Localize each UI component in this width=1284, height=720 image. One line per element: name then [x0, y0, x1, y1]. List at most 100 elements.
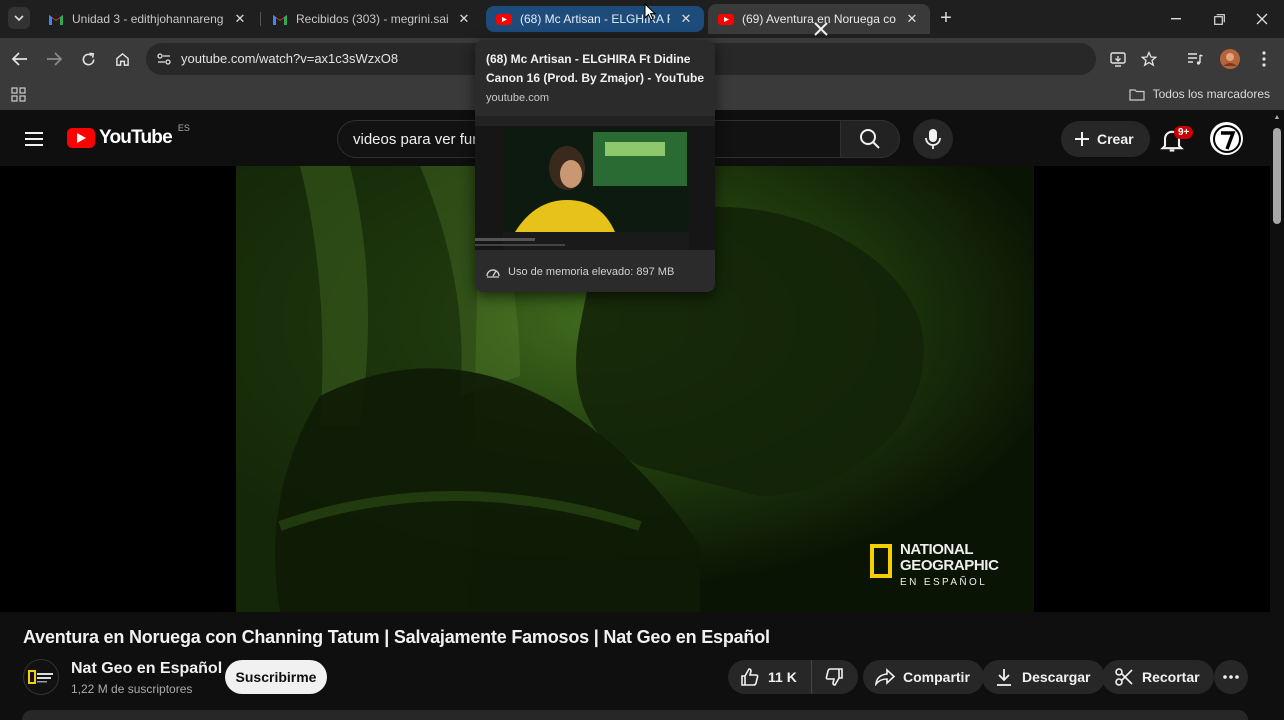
gmail-icon	[48, 11, 64, 27]
back-button[interactable]	[8, 47, 32, 71]
notification-badge: 9+	[1174, 126, 1194, 139]
voice-search-button[interactable]	[913, 119, 953, 159]
memory-usage: Uso de memoria elevado: 897 MB	[486, 266, 674, 278]
scroll-thumb[interactable]	[1273, 128, 1281, 224]
scroll-up-arrow-icon[interactable]: ▲	[1273, 114, 1281, 122]
create-button[interactable]: Crear	[1061, 121, 1150, 157]
youtube-icon	[718, 11, 734, 27]
browser-menu-button[interactable]	[1252, 47, 1276, 71]
more-horizontal-icon	[1223, 675, 1239, 679]
mouse-cursor-icon	[644, 3, 656, 21]
close-icon	[814, 22, 828, 36]
home-button[interactable]	[110, 47, 134, 71]
natgeo-logo-icon	[870, 544, 892, 578]
star-icon	[1141, 51, 1157, 67]
install-app-button[interactable]	[1106, 47, 1130, 71]
install-icon	[1110, 51, 1126, 67]
youtube-play-icon	[67, 128, 95, 148]
share-arrow-icon	[873, 665, 897, 689]
account-avatar[interactable]	[1210, 122, 1243, 155]
memory-usage-label: Uso de memoria elevado: 897 MB	[508, 266, 675, 278]
thumbs-down-icon	[822, 665, 846, 689]
close-window-button[interactable]	[1249, 6, 1275, 32]
close-icon[interactable]: ✕	[456, 11, 472, 27]
bookmark-star-button[interactable]	[1137, 47, 1161, 71]
tab-search-button[interactable]	[8, 7, 30, 29]
scissors-icon	[1112, 665, 1136, 689]
create-label: Crear	[1097, 131, 1134, 147]
dislike-button[interactable]	[812, 660, 858, 694]
tab-title: Recibidos (303) - megrini.saidi@	[296, 12, 448, 26]
close-icon[interactable]: ✕	[904, 11, 920, 27]
chevron-down-icon	[14, 15, 24, 21]
download-label: Descargar	[1022, 669, 1091, 685]
home-icon	[115, 52, 129, 66]
logo-text: YouTube	[99, 127, 173, 148]
channel-avatar[interactable]	[23, 659, 59, 695]
tab-title: Unidad 3 - edithjohannarengifo	[72, 12, 224, 26]
media-control-button[interactable]	[1183, 47, 1207, 71]
avatar-logo-icon	[1212, 124, 1241, 153]
playlist-icon	[1188, 53, 1203, 65]
natgeo-line1: NATIONAL	[900, 541, 974, 558]
close-icon[interactable]: ✕	[232, 11, 248, 27]
natgeo-line2: GEOGRAPHIC	[900, 557, 999, 574]
youtube-logo[interactable]: YouTube ES	[67, 123, 190, 149]
download-button[interactable]: Descargar	[982, 660, 1105, 694]
clear-search-button[interactable]	[808, 16, 834, 42]
browser-tab-bar: Unidad 3 - edithjohannarengifo ✕ Recibid…	[0, 0, 1284, 38]
clip-button[interactable]: Recortar	[1102, 660, 1214, 694]
like-button[interactable]: 11 K	[728, 660, 812, 694]
hovercard-thumbnail	[475, 116, 715, 250]
share-button[interactable]: Compartir	[863, 660, 984, 694]
more-actions-button[interactable]	[1214, 660, 1248, 694]
clip-label: Recortar	[1142, 669, 1200, 685]
tab-hover-card: (68) Mc Artisan - ELGHIRA Ft Didine Cano…	[475, 40, 715, 292]
search-icon	[860, 129, 880, 149]
site-settings-icon[interactable]	[156, 51, 172, 67]
video-title: Aventura en Noruega con Channing Tatum |…	[23, 627, 770, 647]
natgeo-line3: EN ESPAÑOL	[900, 577, 988, 588]
channel-subscribers: 1,22 M de suscriptores	[71, 682, 193, 696]
natgeo-channel-logo-icon	[28, 670, 53, 684]
search-query-text: videos para ver fur	[353, 131, 478, 148]
close-icon[interactable]: ✕	[678, 11, 694, 27]
apps-grid-icon[interactable]	[11, 87, 27, 103]
reload-button[interactable]	[76, 47, 100, 71]
hovercard-title: (68) Mc Artisan - ELGHIRA Ft Didine Cano…	[486, 52, 705, 85]
channel-name[interactable]: Nat Geo en Español	[71, 660, 222, 678]
like-dislike-group: 11 K	[728, 660, 858, 694]
memory-gauge-icon	[486, 269, 500, 278]
menu-icon[interactable]	[22, 127, 46, 151]
hovercard-domain: youtube.com	[486, 92, 549, 104]
all-bookmarks-button[interactable]: Todos los marcadores	[1129, 87, 1270, 101]
country-code: ES	[177, 123, 190, 133]
youtube-icon	[496, 11, 512, 27]
microphone-icon	[925, 129, 941, 149]
reload-icon	[82, 52, 94, 65]
arrow-left-icon	[12, 52, 27, 66]
share-label: Compartir	[903, 669, 970, 685]
forward-button[interactable]	[42, 47, 66, 71]
arrow-right-icon	[47, 52, 62, 66]
new-tab-button[interactable]: +	[936, 8, 956, 29]
minimize-button[interactable]	[1163, 6, 1189, 32]
subscribe-button[interactable]: Suscribirme	[225, 660, 327, 694]
restore-button[interactable]	[1206, 6, 1232, 32]
url-text: youtube.com/watch?v=ax1c3sWzxO8	[181, 51, 399, 66]
folder-icon	[1129, 88, 1145, 101]
profile-avatar-icon	[1220, 49, 1240, 69]
tab-recibidos[interactable]: Recibidos (303) - megrini.saidi@ ✕	[262, 4, 482, 34]
plus-icon	[1075, 132, 1089, 146]
profile-button[interactable]	[1218, 47, 1242, 71]
search-button[interactable]	[840, 120, 900, 158]
tab-mc-artisan[interactable]: (68) Mc Artisan - ELGHIRA Ft Di ✕	[486, 6, 704, 32]
like-count: 11 K	[768, 669, 797, 685]
download-icon	[992, 665, 1016, 689]
page-scrollbar[interactable]: ▲	[1270, 110, 1284, 720]
gmail-icon	[272, 11, 288, 27]
minimize-icon	[1171, 18, 1181, 20]
restore-icon	[1213, 13, 1225, 25]
tab-unidad3[interactable]: Unidad 3 - edithjohannarengifo ✕	[38, 4, 258, 34]
all-bookmarks-label: Todos los marcadores	[1152, 87, 1270, 101]
